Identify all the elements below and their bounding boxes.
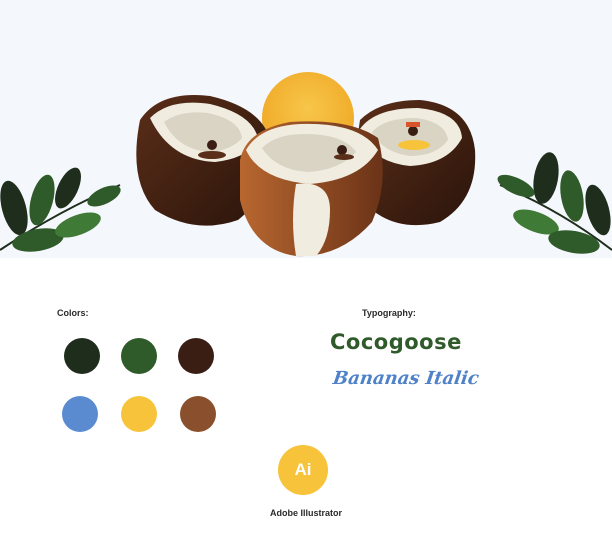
tool-name: Adobe Illustrator xyxy=(269,508,342,518)
typography-label: Typography: xyxy=(362,308,416,318)
color-swatch-dark-green xyxy=(64,338,100,374)
color-swatch-dark-brown xyxy=(178,338,214,374)
font-sample-cocogoose: Cocogoose xyxy=(330,330,462,354)
color-swatch-brown xyxy=(180,396,216,432)
leaf-right-icon xyxy=(497,152,612,254)
color-swatch-blue xyxy=(62,396,98,432)
hero-illustration xyxy=(0,0,612,258)
illustrator-icon: Ai xyxy=(278,445,328,495)
color-swatch-yellow xyxy=(121,396,157,432)
colors-label: Colors: xyxy=(57,308,89,318)
leaf-left-icon xyxy=(0,167,121,252)
coconut-illustration xyxy=(0,72,612,257)
color-swatch-green xyxy=(121,338,157,374)
coconut-front xyxy=(240,121,383,257)
font-sample-bananas-italic: Bananas Italic xyxy=(331,368,481,389)
